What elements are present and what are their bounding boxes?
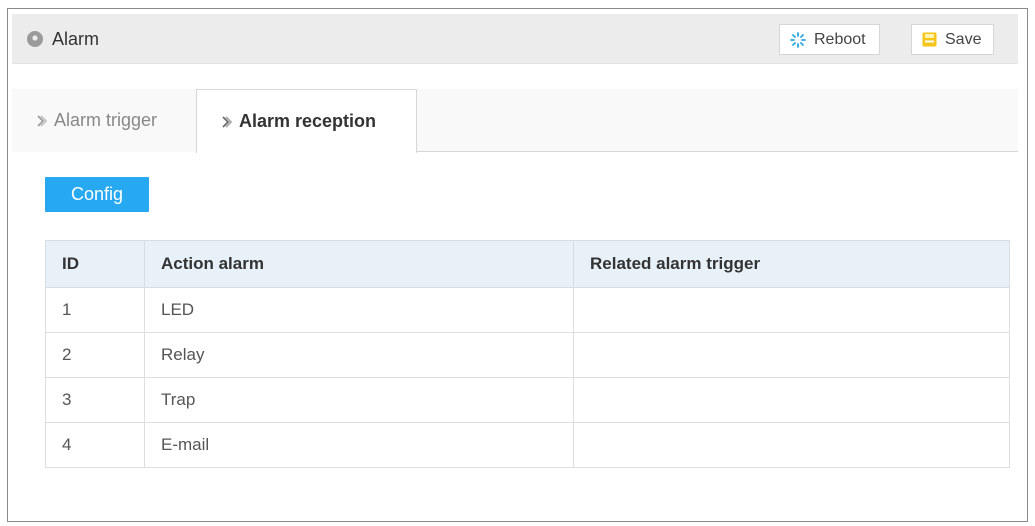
cell-action: LED [144,287,574,333]
cell-trigger [573,377,1010,423]
config-button[interactable]: Config [45,177,149,212]
cell-trigger [573,332,1010,378]
alarm-reception-table: ID Action alarm Related alarm trigger 1 … [45,240,1010,468]
cell-action: Trap [144,377,574,423]
cell-id: 4 [45,422,145,468]
cell-trigger [573,422,1010,468]
tab-alarm-reception[interactable]: Alarm reception [196,89,417,153]
page-title: Alarm [52,29,100,49]
cell-id: 2 [45,332,145,378]
header-bar: Alarm Reboot Save [12,14,1018,64]
floppy-disk-icon [922,32,937,47]
spinner-icon [790,31,806,48]
tab-alarm-trigger[interactable]: Alarm trigger [12,89,196,152]
location-pin-icon [27,31,43,47]
cell-action: Relay [144,332,574,378]
table-row[interactable]: 2 Relay [45,332,1010,378]
chevron-right-icon [222,115,233,128]
reboot-label: Reboot [814,30,866,48]
column-header-id[interactable]: ID [45,240,145,288]
cell-trigger [573,287,1010,333]
table-row[interactable]: 1 LED [45,287,1010,333]
tab-label: Alarm reception [239,111,377,131]
column-header-action-alarm[interactable]: Action alarm [144,240,574,288]
tab-bar: Alarm trigger Alarm reception [12,89,1018,153]
table-header-row: ID Action alarm Related alarm trigger [45,240,1010,288]
save-label: Save [945,30,982,48]
tab-label: Alarm trigger [54,110,158,130]
chevron-right-icon [37,114,48,127]
reboot-button[interactable]: Reboot [779,24,880,55]
table-row[interactable]: 4 E-mail [45,422,1010,468]
cell-id: 1 [45,287,145,333]
column-header-related-alarm-trigger[interactable]: Related alarm trigger [573,240,1010,288]
cell-id: 3 [45,377,145,423]
table-row[interactable]: 3 Trap [45,377,1010,423]
cell-action: E-mail [144,422,574,468]
save-button[interactable]: Save [911,24,994,55]
